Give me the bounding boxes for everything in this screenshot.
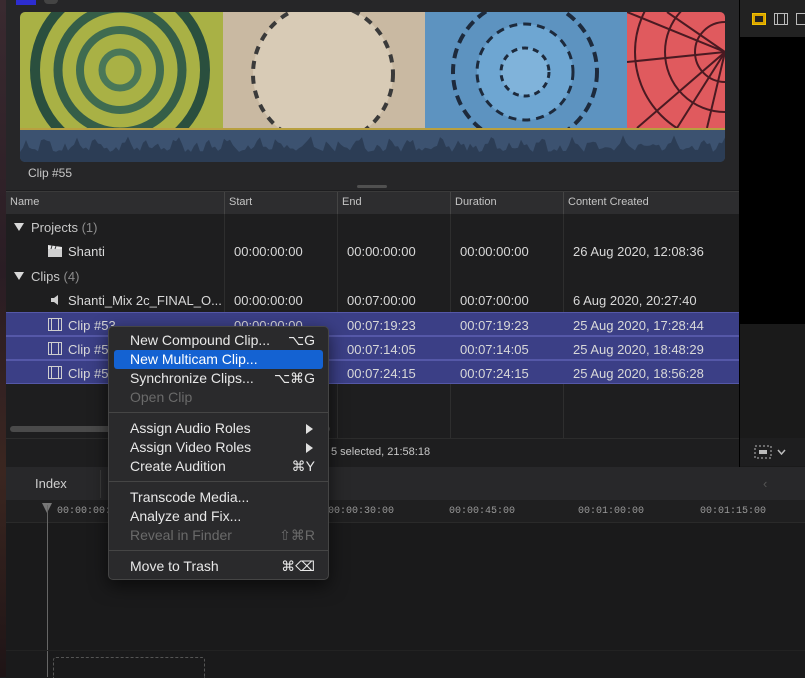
clip-name: Shanti_Mix 2c_FINAL_O... — [68, 293, 222, 308]
selection-status: 5 selected, 21:58:18 — [331, 446, 430, 458]
playhead[interactable] — [47, 505, 48, 677]
column-header-duration[interactable]: Duration — [455, 196, 497, 208]
ruler-tick: 00:00:45:00 — [449, 506, 515, 517]
disclosure-triangle-icon[interactable] — [14, 223, 24, 231]
clip-end: 00:07:14:05 — [347, 342, 416, 357]
context-menu: New Compound Clip...⌥G New Multicam Clip… — [108, 326, 329, 580]
clip-name: Clip #5 — [68, 342, 108, 357]
column-header-start[interactable]: Start — [229, 196, 252, 208]
clip-duration: 00:07:24:15 — [460, 366, 529, 381]
column-header-name[interactable]: Name — [10, 196, 39, 208]
ruler-tick: 00:01:00:00 — [578, 506, 644, 517]
table-row[interactable]: Shanti_Mix 2c_FINAL_O... 00:00:00:00 00:… — [6, 288, 739, 312]
filmstrip-icon[interactable] — [796, 13, 805, 25]
filmstrip-icon — [48, 318, 62, 331]
clip-duration: 00:07:19:23 — [460, 318, 529, 333]
toolbar-stub — [16, 0, 36, 5]
clip-content-created: 25 Aug 2020, 18:48:29 — [573, 342, 704, 357]
column-divider — [563, 192, 564, 214]
ruler-tick: 00:01:15:00 — [700, 506, 766, 517]
menu-item-new-multicam-clip[interactable]: New Multicam Clip... — [114, 350, 323, 369]
menu-item-analyze-and-fix[interactable]: Analyze and Fix... — [114, 507, 323, 526]
speaker-icon — [50, 294, 62, 306]
thumbnail-dashed-circle — [223, 12, 425, 128]
menu-item-synchronize-clips[interactable]: Synchronize Clips...⌥⌘G — [114, 369, 323, 388]
clip-end: 00:07:24:15 — [347, 366, 416, 381]
clip-end: 00:07:19:23 — [347, 318, 416, 333]
filmstrip-icon — [48, 366, 62, 379]
group-count: (1) — [82, 220, 98, 235]
chevron-down-icon[interactable] — [777, 449, 786, 455]
menu-separator — [109, 550, 328, 551]
clip-content-created: 6 Aug 2020, 20:27:40 — [573, 293, 697, 308]
filmstrip-icon — [48, 342, 62, 355]
audio-waveform — [20, 128, 725, 162]
column-header-end[interactable]: End — [342, 196, 362, 208]
menu-item-new-compound-clip[interactable]: New Compound Clip...⌥G — [114, 331, 323, 350]
group-row-projects[interactable]: Projects (1) — [6, 215, 739, 239]
inspector-toolbar — [740, 0, 805, 38]
photo-icon[interactable] — [752, 13, 766, 25]
toolbar-divider — [100, 470, 101, 498]
column-divider — [224, 192, 225, 214]
column-divider — [337, 192, 338, 214]
disclosure-triangle-icon[interactable] — [14, 272, 24, 280]
menu-item-reveal-in-finder[interactable]: Reveal in Finder⇧⌘R — [114, 526, 323, 545]
clip-end: 00:07:00:00 — [347, 293, 416, 308]
back-arrow-icon[interactable]: ‹ — [763, 476, 767, 491]
table-row[interactable]: Shanti 00:00:00:00 00:00:00:00 00:00:00:… — [6, 239, 739, 263]
empty-storyline-placeholder — [53, 657, 205, 678]
menu-item-open-clip[interactable]: Open Clip — [114, 388, 323, 407]
inspector-viewer — [740, 37, 805, 324]
clip-content-created: 25 Aug 2020, 17:28:44 — [573, 318, 704, 333]
inspector-status — [740, 438, 805, 466]
group-row-clips[interactable]: Clips (4) — [6, 264, 739, 288]
submenu-arrow-icon — [306, 443, 313, 453]
clip-duration: 00:00:00:00 — [460, 244, 529, 259]
thumbnail-red-web — [627, 12, 725, 128]
thumbnail-spiral-yellow — [20, 12, 223, 128]
clip-duration: 00:07:14:05 — [460, 342, 529, 357]
group-label: Projects — [31, 220, 78, 235]
clapper-icon — [47, 244, 63, 258]
list-header: Name Start End Duration Content Created — [6, 191, 739, 215]
clip-start: 00:00:00:00 — [234, 293, 303, 308]
toolbar-stub-2 — [44, 0, 58, 4]
ruler-tick: 00:00:30:00 — [328, 506, 394, 517]
group-label: Clips — [31, 269, 60, 284]
menu-item-transcode-media[interactable]: Transcode Media... — [114, 488, 323, 507]
menu-item-assign-audio-roles[interactable]: Assign Audio Roles — [114, 419, 323, 438]
menu-item-create-audition[interactable]: Create Audition⌘Y — [114, 457, 323, 476]
clip-content-created: 26 Aug 2020, 12:08:36 — [573, 244, 704, 259]
clip-name-label: Clip #55 — [28, 166, 72, 180]
clip-appearance-icon[interactable] — [754, 445, 772, 459]
index-tab[interactable]: Index — [35, 476, 67, 491]
submenu-arrow-icon — [306, 424, 313, 434]
clip-name: Clip #5 — [68, 366, 108, 381]
clip-start: 00:00:00:00 — [234, 244, 303, 259]
column-divider — [450, 192, 451, 214]
group-count: (4) — [64, 269, 80, 284]
thumbnail-blue-spiral — [425, 12, 627, 128]
filmstrip-view-icon[interactable] — [774, 13, 788, 25]
menu-separator — [109, 481, 328, 482]
menu-item-move-to-trash[interactable]: Move to Trash⌘⌫ — [114, 557, 323, 576]
clip-name: Shanti — [68, 244, 105, 259]
clip-duration: 00:07:00:00 — [460, 293, 529, 308]
column-header-content-created[interactable]: Content Created — [568, 196, 649, 208]
clip-content-created: 25 Aug 2020, 18:56:28 — [573, 366, 704, 381]
clip-filmstrip[interactable] — [20, 12, 725, 162]
track-divider — [6, 650, 805, 651]
split-handle[interactable] — [357, 185, 387, 188]
menu-separator — [109, 412, 328, 413]
menu-item-assign-video-roles[interactable]: Assign Video Roles — [114, 438, 323, 457]
clip-end: 00:00:00:00 — [347, 244, 416, 259]
